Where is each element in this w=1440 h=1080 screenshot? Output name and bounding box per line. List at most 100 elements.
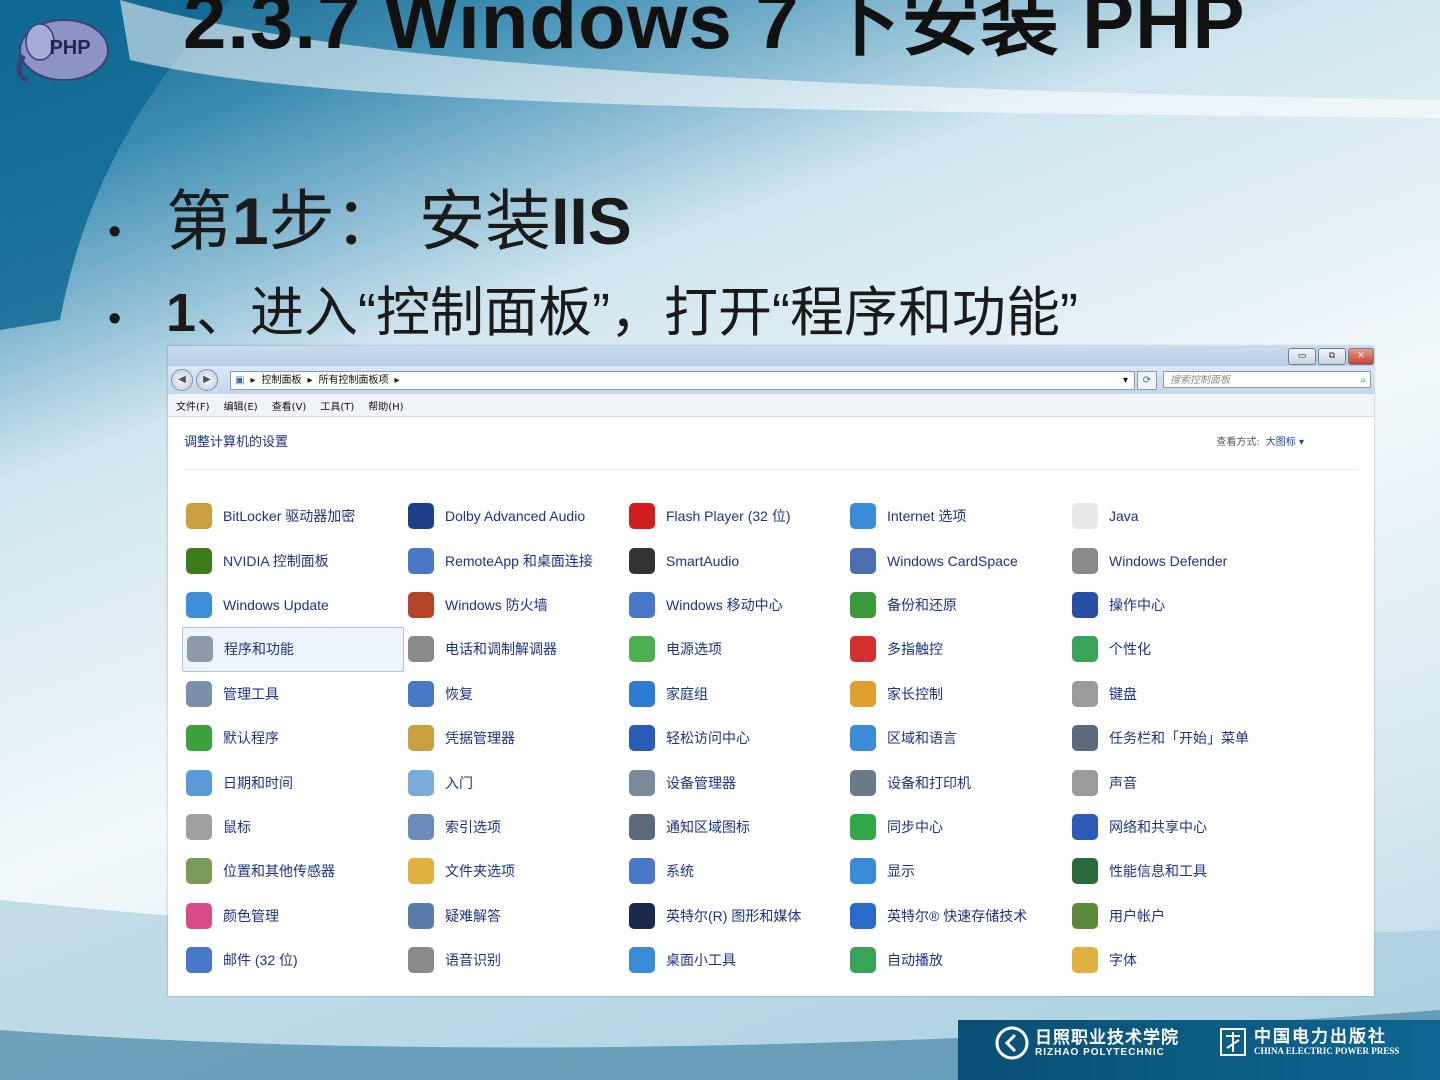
- intel-graphics-icon: [629, 902, 655, 929]
- search-icon[interactable]: ⌕: [1360, 372, 1366, 389]
- display-icon: [850, 858, 876, 885]
- control-panel-item[interactable]: Windows 防火墙: [404, 583, 625, 627]
- control-panel-item[interactable]: Internet 选项: [846, 494, 1068, 538]
- control-panel-item[interactable]: 日期和时间: [182, 760, 404, 804]
- control-panel-item-label: 索引选项: [445, 818, 501, 835]
- speech-recognition-icon: [408, 947, 434, 974]
- internet-options-icon: [850, 503, 876, 530]
- refresh-button[interactable]: ⟳: [1137, 371, 1157, 390]
- bullet1-number: 1: [232, 184, 269, 258]
- view-by-dropdown[interactable]: 大图标 ▾: [1266, 437, 1304, 448]
- control-panel-item-label: RemoteApp 和桌面连接: [445, 552, 593, 569]
- control-panel-item[interactable]: Windows Update: [182, 583, 404, 627]
- control-panel-item[interactable]: 显示: [846, 849, 1068, 893]
- control-panel-item[interactable]: 程序和功能: [182, 627, 404, 672]
- mouse-icon: [186, 813, 212, 840]
- control-panel-item[interactable]: 疑难解答: [404, 894, 625, 938]
- control-panel-item-label: Windows CardSpace: [887, 552, 1018, 569]
- control-panel-item[interactable]: 默认程序: [182, 716, 404, 760]
- control-panel-item-label: 颜色管理: [223, 907, 279, 924]
- control-panel-item[interactable]: BitLocker 驱动器加密: [182, 494, 404, 538]
- control-panel-item[interactable]: 用户帐户: [1068, 894, 1288, 938]
- control-panel-item[interactable]: SmartAudio: [625, 538, 846, 582]
- control-panel-item[interactable]: Java: [1068, 494, 1288, 538]
- press-logo: 中国电力出版社 CHINA ELECTRIC POWER PRESS: [1218, 1026, 1399, 1058]
- bullet2-text: 、进入“控制面板”，打开“程序和功能”: [196, 283, 1078, 343]
- control-panel-item[interactable]: Windows Defender: [1068, 538, 1288, 582]
- control-panel-item[interactable]: 英特尔(R) 图形和媒体: [625, 894, 846, 938]
- control-panel-item-label: 电源选项: [666, 641, 722, 658]
- control-panel-item[interactable]: Windows 移动中心: [625, 583, 846, 627]
- menu-file[interactable]: 文件(F): [176, 398, 210, 413]
- maximize-button[interactable]: ⧉: [1318, 348, 1346, 365]
- control-panel-item[interactable]: Flash Player (32 位): [625, 494, 846, 538]
- control-panel-item[interactable]: 设备和打印机: [846, 760, 1068, 804]
- control-panel-item[interactable]: 电话和调制解调器: [404, 627, 625, 671]
- control-panel-item[interactable]: Dolby Advanced Audio: [404, 494, 625, 538]
- control-panel-item[interactable]: 键盘: [1068, 672, 1288, 716]
- folder-options-icon: [408, 858, 434, 885]
- control-panel-item[interactable]: 区域和语言: [846, 716, 1068, 760]
- control-panel-item[interactable]: 备份和还原: [846, 583, 1068, 627]
- control-panel-item-label: Windows 移动中心: [666, 596, 783, 613]
- control-panel-item[interactable]: 任务栏和「开始」菜单: [1068, 716, 1288, 760]
- control-panel-item[interactable]: 家庭组: [625, 672, 846, 716]
- control-panel-item[interactable]: 管理工具: [182, 672, 404, 716]
- close-button[interactable]: ✕: [1348, 348, 1374, 365]
- control-panel-item[interactable]: 电源选项: [625, 627, 846, 671]
- control-panel-item[interactable]: 通知区域图标: [625, 805, 846, 849]
- control-panel-item[interactable]: Windows CardSpace: [846, 538, 1068, 582]
- back-button[interactable]: ◀: [171, 369, 193, 391]
- devices-printers-icon: [850, 769, 876, 796]
- control-panel-item-label: Java: [1109, 508, 1139, 525]
- menu-edit[interactable]: 编辑(E): [224, 398, 258, 413]
- breadcrumb-control-panel[interactable]: 控制面板: [261, 372, 301, 389]
- backup-icon: [850, 591, 876, 618]
- minimize-button[interactable]: ▭: [1288, 348, 1316, 365]
- menu-view[interactable]: 查看(V): [272, 398, 307, 413]
- menu-help[interactable]: 帮助(H): [368, 398, 403, 413]
- control-panel-item[interactable]: NVIDIA 控制面板: [182, 538, 404, 582]
- control-panel-item[interactable]: 声音: [1068, 760, 1288, 804]
- control-panel-item-label: 字体: [1109, 952, 1137, 969]
- search-input[interactable]: 搜索控制面板 ⌕: [1163, 371, 1371, 388]
- control-panel-item-label: 操作中心: [1109, 596, 1165, 613]
- control-panel-item[interactable]: 家长控制: [846, 672, 1068, 716]
- control-panel-item[interactable]: 入门: [404, 760, 625, 804]
- keyboard-icon: [1072, 680, 1098, 707]
- control-panel-item-label: 多指触控: [887, 641, 943, 658]
- control-panel-item[interactable]: 英特尔® 快速存储技术: [846, 894, 1068, 938]
- control-panel-item[interactable]: 同步中心: [846, 805, 1068, 849]
- control-panel-item-label: 恢复: [445, 685, 473, 702]
- control-panel-item[interactable]: 颜色管理: [182, 894, 404, 938]
- press-name-cn: 中国电力出版社: [1254, 1027, 1387, 1047]
- mail-icon: [186, 947, 212, 974]
- control-panel-item[interactable]: 鼠标: [182, 805, 404, 849]
- control-panel-item[interactable]: 恢复: [404, 672, 625, 716]
- control-panel-item[interactable]: 桌面小工具: [625, 938, 846, 982]
- menu-tools[interactable]: 工具(T): [320, 398, 354, 413]
- control-panel-item[interactable]: 邮件 (32 位): [182, 938, 404, 982]
- address-dropdown-icon[interactable]: ▾: [1123, 372, 1128, 389]
- control-panel-item[interactable]: 字体: [1068, 938, 1288, 982]
- programs-features-icon: [187, 636, 213, 663]
- control-panel-item[interactable]: 凭据管理器: [404, 716, 625, 760]
- control-panel-item[interactable]: 位置和其他传感器: [182, 849, 404, 893]
- control-panel-item[interactable]: 系统: [625, 849, 846, 893]
- breadcrumb-all-items[interactable]: 所有控制面板项: [319, 372, 389, 389]
- control-panel-item[interactable]: RemoteApp 和桌面连接: [404, 538, 625, 582]
- control-panel-item[interactable]: 性能信息和工具: [1068, 849, 1288, 893]
- control-panel-item[interactable]: 索引选项: [404, 805, 625, 849]
- control-panel-item[interactable]: 多指触控: [846, 627, 1068, 671]
- control-panel-item[interactable]: 语音识别: [404, 938, 625, 982]
- control-panel-item[interactable]: 个性化: [1068, 627, 1288, 671]
- control-panel-item[interactable]: 自动播放: [846, 938, 1068, 982]
- control-panel-item-label: 同步中心: [887, 818, 943, 835]
- control-panel-item[interactable]: 文件夹选项: [404, 849, 625, 893]
- control-panel-item[interactable]: 设备管理器: [625, 760, 846, 804]
- control-panel-item[interactable]: 操作中心: [1068, 583, 1288, 627]
- control-panel-item[interactable]: 轻松访问中心: [625, 716, 846, 760]
- forward-button[interactable]: ▶: [196, 369, 218, 391]
- control-panel-item[interactable]: 网络和共享中心: [1068, 805, 1288, 849]
- address-bar[interactable]: ▣ ▸ 控制面板 ▸ 所有控制面板项 ▸ ▾: [230, 371, 1135, 390]
